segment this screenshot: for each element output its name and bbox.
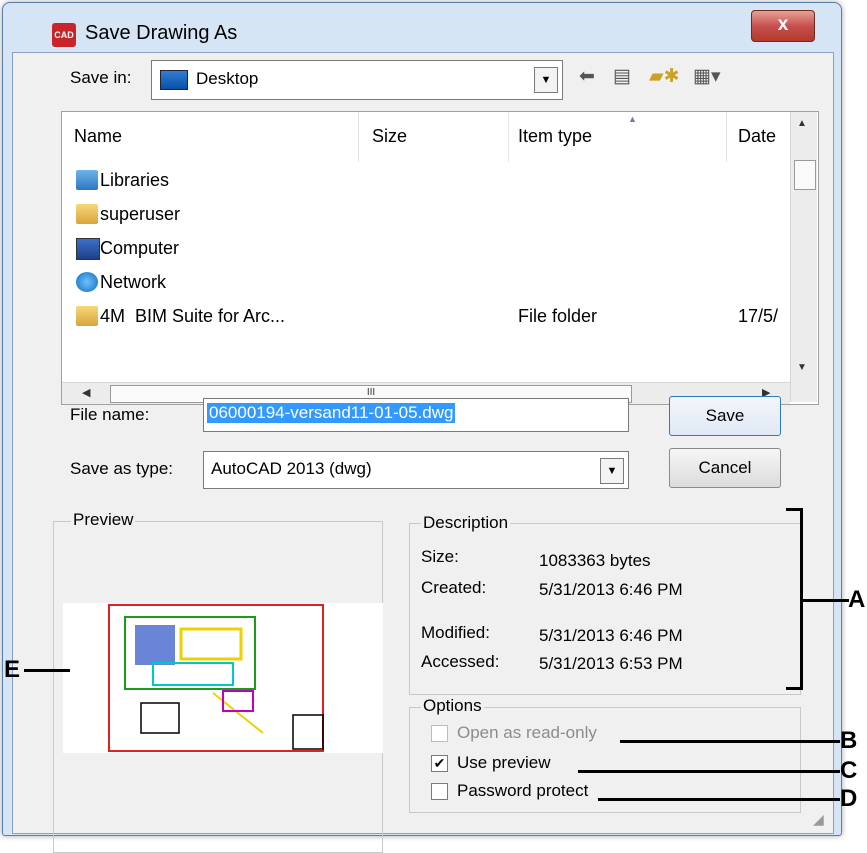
description-legend: Description — [421, 513, 511, 533]
password-checkbox[interactable] — [431, 783, 448, 800]
size-key: Size: — [421, 547, 459, 566]
use-preview-label: Use preview — [457, 753, 551, 772]
autocad-app-icon: CAD — [52, 23, 76, 47]
user-folder-icon — [76, 204, 98, 224]
libraries-icon — [76, 170, 98, 190]
chevron-down-icon[interactable]: ▼ — [534, 67, 558, 93]
preview-legend: Preview — [71, 510, 136, 530]
window-title: Save Drawing As — [85, 22, 238, 44]
computer-icon — [76, 238, 100, 260]
up-folder-icon[interactable]: ▤ — [613, 65, 631, 91]
save-as-type-value: AutoCAD 2013 (dwg) — [211, 459, 372, 478]
sort-ascending-icon: ▲ — [628, 114, 637, 124]
resize-grip-icon[interactable]: ◢ — [813, 811, 824, 828]
options-legend: Options — [421, 696, 484, 716]
callout-b: B — [840, 727, 858, 754]
callout-c: C — [840, 757, 858, 784]
save-as-type-label: Save as type: — [70, 459, 174, 478]
callout-d-leader — [598, 798, 840, 801]
drawing-preview — [63, 603, 383, 753]
vertical-scrollbar[interactable]: ▲ ▼ — [790, 112, 817, 402]
column-header-name[interactable]: Name — [74, 126, 122, 147]
list-item-name: Libraries — [100, 170, 170, 190]
column-header-item-type[interactable]: Item type — [518, 126, 592, 147]
desktop-icon — [160, 70, 188, 90]
list-item[interactable]: superuser — [76, 202, 776, 232]
callout-c-leader — [578, 770, 840, 773]
scroll-left-icon[interactable]: ◀ — [82, 386, 90, 399]
bracket-bottom — [786, 687, 802, 690]
drawing-thumbnail — [108, 604, 324, 752]
save-button[interactable]: Save — [669, 396, 781, 436]
created-key: Created: — [421, 578, 487, 597]
callout-a: A — [848, 586, 866, 613]
callout-a-leader — [803, 599, 849, 602]
use-preview-checkbox[interactable]: ✔ — [431, 755, 448, 772]
column-divider[interactable] — [508, 112, 509, 162]
folder-icon — [76, 306, 98, 326]
list-item-name: Network — [100, 272, 167, 292]
save-in-label: Save in: — [70, 68, 132, 87]
chevron-down-icon[interactable]: ▼ — [600, 458, 624, 484]
save-drawing-dialog: CAD Save Drawing As x Save in: Desktop ▼… — [2, 2, 842, 853]
list-item-name: superuser — [100, 204, 181, 224]
list-item[interactable]: 4M BIM Suite for Arc... File folder 17/5… — [76, 304, 790, 334]
list-item[interactable]: Network — [76, 270, 776, 300]
open-read-only-option[interactable]: Open as read-only — [431, 721, 631, 745]
column-header-date[interactable]: Date — [738, 126, 776, 147]
use-preview-option[interactable]: ✔ Use preview — [431, 751, 591, 775]
save-in-value: Desktop — [196, 69, 259, 88]
file-name-field[interactable]: 06000194-versand11-01-05.dwg — [203, 398, 629, 432]
list-item-type: File folder — [518, 306, 598, 326]
read-only-checkbox[interactable] — [431, 725, 448, 742]
list-item-name: 4M BIM Suite for Arc... — [100, 306, 286, 326]
accessed-value: 5/31/2013 6:53 PM — [539, 654, 683, 673]
file-name-label: File name: — [70, 405, 150, 424]
list-item-name: Computer — [100, 238, 180, 258]
created-value: 5/31/2013 6:46 PM — [539, 580, 683, 599]
list-item[interactable]: Computer — [76, 236, 776, 266]
views-menu-icon[interactable]: ▦▾ — [693, 65, 721, 91]
back-arrow-icon[interactable]: ⬅ — [579, 65, 595, 91]
modified-key: Modified: — [421, 623, 490, 642]
network-icon — [76, 272, 98, 292]
callout-e: E — [4, 656, 21, 683]
column-divider[interactable] — [358, 112, 359, 162]
password-label: Password protect — [457, 781, 589, 800]
column-divider[interactable] — [726, 112, 727, 162]
column-header-size[interactable]: Size — [372, 126, 407, 147]
cancel-button[interactable]: Cancel — [669, 448, 781, 488]
file-name-value: 06000194-versand11-01-05.dwg — [207, 403, 456, 423]
save-in-combo[interactable]: Desktop ▼ — [151, 60, 563, 100]
callout-e-leader — [24, 669, 70, 672]
close-button[interactable]: x — [751, 10, 815, 42]
list-item[interactable]: Libraries — [76, 168, 776, 198]
password-protect-option[interactable]: Password protect — [431, 779, 611, 803]
read-only-label: Open as read-only — [457, 723, 597, 742]
callout-d: D — [840, 785, 858, 812]
size-value: 1083363 bytes — [539, 551, 651, 570]
scroll-down-icon[interactable]: ▼ — [797, 362, 807, 373]
new-folder-icon[interactable]: ▰✱ — [649, 65, 680, 91]
dialog-client-area: Save in: Desktop ▼ ⬅ ▤ ▰✱ ▦▾ Name Size ▲… — [12, 52, 834, 853]
vertical-scroll-thumb[interactable] — [794, 160, 816, 190]
accessed-key: Accessed: — [421, 652, 500, 671]
callout-b-leader — [620, 740, 840, 743]
list-item-date: 17/5/ — [738, 306, 779, 326]
save-as-type-select[interactable]: AutoCAD 2013 (dwg) ▼ — [203, 451, 629, 489]
modified-value: 5/31/2013 6:46 PM — [539, 626, 683, 645]
scroll-up-icon[interactable]: ▲ — [797, 118, 807, 129]
file-list[interactable]: Name Size ▲ Item type Date Libraries sup… — [61, 111, 819, 405]
